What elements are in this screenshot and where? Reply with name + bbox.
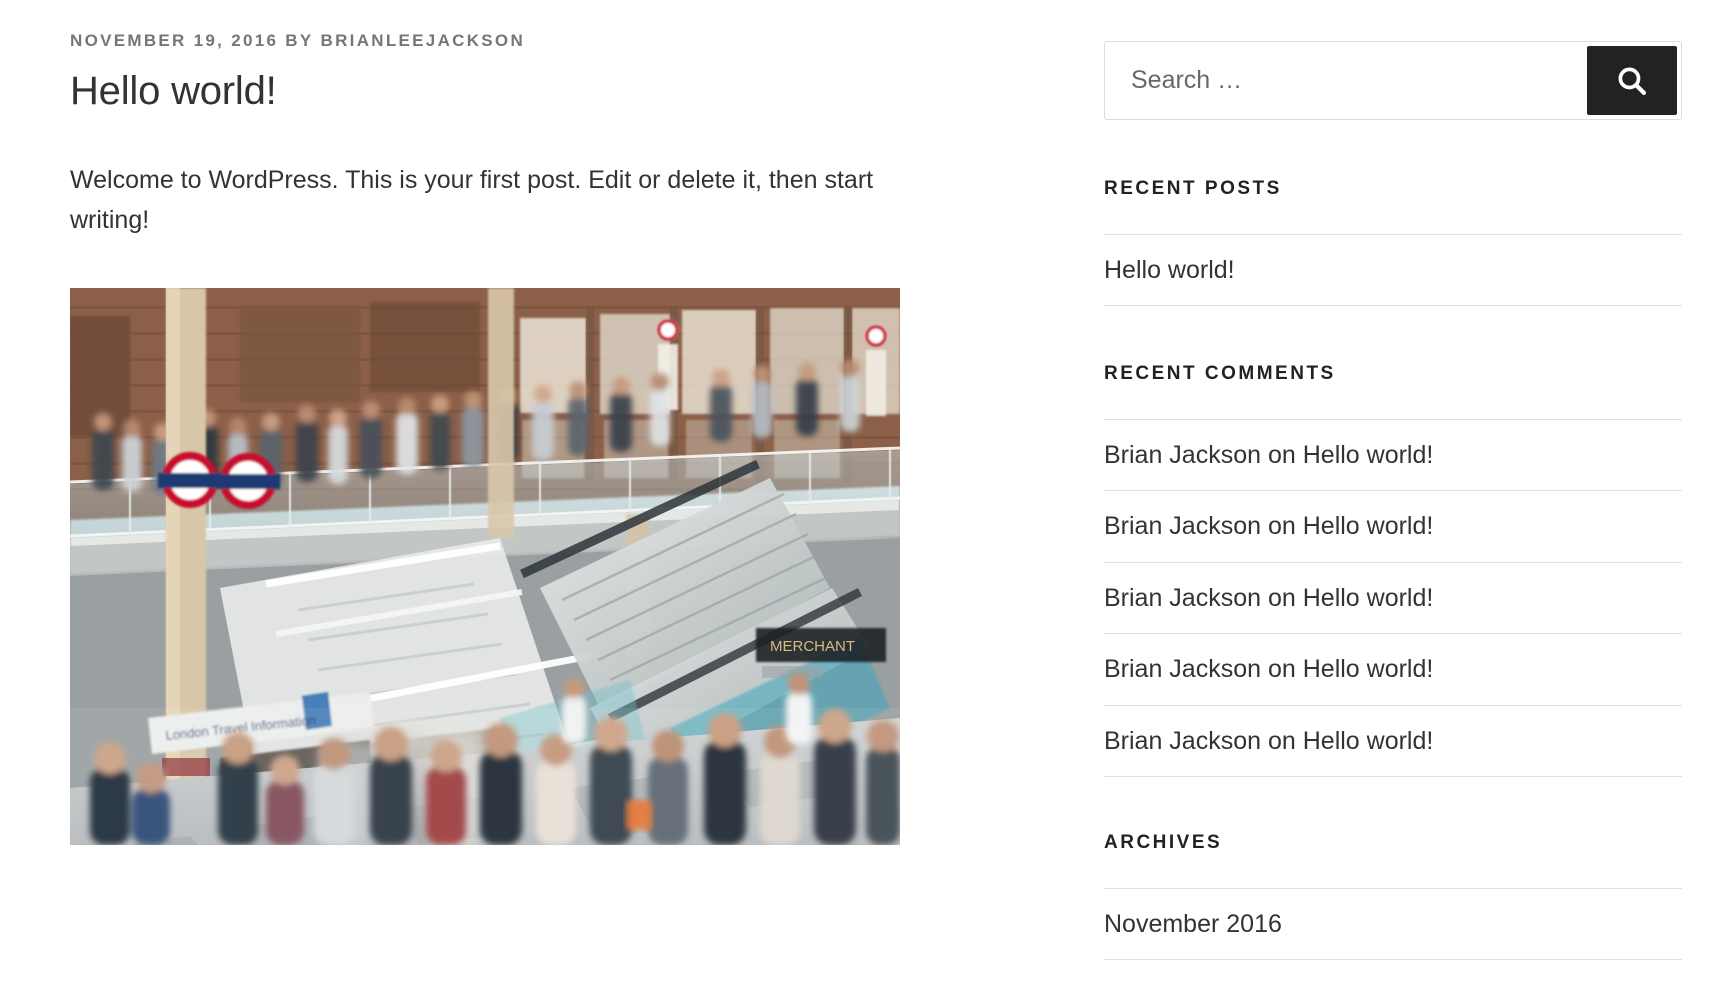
svg-text:MERCHANT: MERCHANT bbox=[770, 638, 855, 655]
comment-post-link[interactable]: Hello world! bbox=[1303, 727, 1434, 755]
post-meta-by: BY bbox=[285, 31, 314, 50]
comment-author-link[interactable]: Brian Jackson bbox=[1104, 584, 1261, 612]
list-item[interactable]: Brian Jackson on Hello world! bbox=[1104, 704, 1682, 778]
recent-post-link[interactable]: Hello world! bbox=[1104, 256, 1235, 284]
comment-connector: on bbox=[1261, 512, 1303, 541]
widget-title-recent-posts: RECENT POSTS bbox=[1104, 178, 1282, 199]
sidebar: RECENT POSTS Hello world! RECENT COMMENT… bbox=[1104, 0, 1682, 961]
comment-author-link[interactable]: Brian Jackson bbox=[1104, 512, 1261, 540]
list-item[interactable]: Brian Jackson on Hello world! bbox=[1104, 490, 1682, 562]
widget-recent-posts: RECENT POSTS Hello world! bbox=[1104, 176, 1682, 307]
list-item[interactable]: Brian Jackson on Hello world! bbox=[1104, 633, 1682, 705]
page-title[interactable]: Hello world! bbox=[70, 66, 970, 116]
comment-connector: on bbox=[1261, 655, 1303, 684]
comment-post-link[interactable]: Hello world! bbox=[1303, 512, 1434, 540]
comment-author-link[interactable]: Brian Jackson bbox=[1104, 441, 1261, 469]
recent-posts-list: Hello world! bbox=[1104, 233, 1682, 307]
comment-post-link[interactable]: Hello world! bbox=[1303, 584, 1434, 612]
widget-title-archives: ARCHIVES bbox=[1104, 832, 1223, 854]
blog-post-page: NOVEMBER 19, 2016 BY BRIANLEEJACKSON Hel… bbox=[0, 0, 1734, 991]
list-item[interactable]: November 2016 bbox=[1104, 887, 1682, 961]
comment-author-link[interactable]: Brian Jackson bbox=[1104, 655, 1261, 683]
archives-list: November 2016 bbox=[1104, 887, 1682, 961]
search-widget bbox=[1104, 41, 1682, 120]
list-item[interactable]: Hello world! bbox=[1104, 233, 1682, 307]
list-item[interactable]: Brian Jackson on Hello world! bbox=[1104, 561, 1682, 634]
archive-link[interactable]: November 2016 bbox=[1104, 910, 1282, 938]
widget-archives: ARCHIVES November 2016 bbox=[1104, 830, 1682, 961]
comment-connector: on bbox=[1261, 440, 1303, 469]
widget-title-recent-comments: RECENT COMMENTS bbox=[1104, 363, 1336, 385]
post-author[interactable]: BRIANLEEJACKSON bbox=[321, 31, 526, 50]
search-icon bbox=[1615, 64, 1649, 98]
featured-image: MERCHANT London Travel Information bbox=[70, 287, 900, 845]
comment-post-link[interactable]: Hello world! bbox=[1303, 655, 1434, 683]
comment-author-link[interactable]: Brian Jackson bbox=[1104, 727, 1261, 755]
main-content: NOVEMBER 19, 2016 BY BRIANLEEJACKSON Hel… bbox=[70, 0, 970, 845]
post-body-text: Welcome to WordPress. This is your first… bbox=[70, 165, 874, 234]
post-date[interactable]: NOVEMBER 19, 2016 bbox=[70, 31, 278, 50]
comment-post-link[interactable]: Hello world! bbox=[1303, 441, 1434, 469]
recent-comments-list: Brian Jackson on Hello world! Brian Jack… bbox=[1104, 418, 1682, 778]
comment-connector: on bbox=[1261, 583, 1303, 612]
search-button[interactable] bbox=[1587, 46, 1677, 115]
comment-connector: on bbox=[1261, 726, 1303, 755]
list-item[interactable]: Brian Jackson on Hello world! bbox=[1104, 418, 1682, 491]
post-meta: NOVEMBER 19, 2016 BY BRIANLEEJACKSON bbox=[70, 28, 970, 54]
widget-recent-comments: RECENT COMMENTS Brian Jackson on Hello w… bbox=[1104, 361, 1682, 778]
